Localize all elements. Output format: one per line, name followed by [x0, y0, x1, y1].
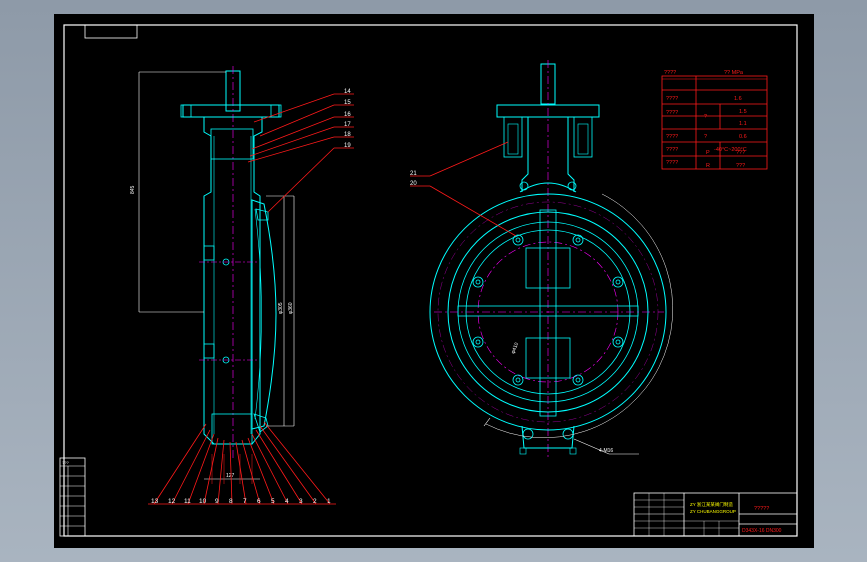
- spec-header-left: ????: [664, 70, 676, 76]
- balloons-front: 21 20: [410, 141, 517, 237]
- balloon-17: 17: [344, 122, 351, 128]
- spec-header-right: ?? MPa: [724, 70, 744, 76]
- svg-text:1: 1: [327, 498, 331, 505]
- balloons-side: 14 15 16 17 18 19: [247, 89, 354, 213]
- balloon-19: 19: [344, 143, 351, 149]
- svg-text:7: 7: [243, 498, 247, 505]
- svg-text:R: R: [706, 163, 710, 169]
- drawing-name: ?????: [754, 506, 769, 512]
- svg-text:11: 11: [184, 498, 191, 505]
- svg-text:?: ?: [704, 114, 707, 120]
- drawing-code: D343X-16 DN300: [742, 528, 782, 534]
- svg-text:?: ?: [704, 134, 707, 140]
- svg-text:????: ????: [666, 96, 678, 102]
- svg-text:5: 5: [271, 498, 275, 505]
- dim-overall-height: 845: [130, 185, 136, 194]
- svg-text:2: 2: [313, 498, 317, 505]
- front-view: φ410 4-M16: [429, 60, 674, 459]
- balloon-15: 15: [344, 100, 351, 106]
- svg-text:8: 8: [229, 498, 233, 505]
- svg-text:1.1: 1.1: [739, 121, 747, 127]
- dim-flange: φ360: [288, 302, 294, 314]
- svg-text:12: 12: [168, 498, 176, 505]
- drawing-frame: [63, 24, 798, 537]
- title-block: ZY 浙江某某阀门制造 ZY CHUBANGGROUP ????? D343X-…: [633, 492, 798, 537]
- svg-text:3: 3: [299, 498, 303, 505]
- spec-table: ???? ?? MPa ???? 1.6 ???? ? 1.5 1.1 ????…: [661, 70, 768, 170]
- svg-text:9: 9: [215, 498, 219, 505]
- svg-text:????: ????: [666, 160, 678, 166]
- svg-text:???: ???: [736, 163, 745, 169]
- svg-text:P: P: [706, 150, 710, 156]
- svg-text:10: 10: [199, 498, 207, 505]
- dim-face-width: 127: [226, 473, 235, 479]
- company-line-1: ZY 浙江某某阀门制造: [690, 501, 733, 508]
- balloon-14: 14: [344, 89, 351, 95]
- revision-label: ???: [62, 460, 69, 465]
- svg-text:4: 4: [285, 498, 289, 505]
- svg-text:????: ????: [666, 147, 678, 153]
- dim-bore: φ305: [278, 302, 284, 314]
- side-view: 845 φ305 φ360 127: [130, 66, 295, 480]
- svg-text:????: ????: [666, 134, 678, 140]
- svg-text:6: 6: [257, 498, 261, 505]
- dim-pcd: φ410: [510, 342, 520, 355]
- svg-text:0.6: 0.6: [739, 134, 747, 140]
- balloon-18: 18: [344, 132, 351, 138]
- corner-title-box: [84, 24, 138, 39]
- svg-text:1.5: 1.5: [739, 109, 747, 115]
- balloon-20: 20: [410, 181, 417, 187]
- svg-text:13: 13: [151, 498, 159, 505]
- valve-drawing: ??? 845 φ305 φ360 127 14 15 16 17 18 19 …: [59, 24, 798, 537]
- svg-text:???: ???: [736, 150, 745, 156]
- balloon-21: 21: [410, 171, 417, 177]
- balloons-bottom: [148, 421, 336, 505]
- svg-text:????: ????: [666, 110, 678, 116]
- spec-test-pressure: 1.6: [734, 96, 742, 102]
- dim-bolt-holes: 4-M16: [599, 448, 613, 454]
- balloon-16: 16: [344, 112, 351, 118]
- company-line-2: ZY CHUBANGGROUP: [690, 509, 736, 514]
- cad-viewport[interactable]: ??? 845 φ305 φ360 127 14 15 16 17 18 19 …: [54, 14, 814, 548]
